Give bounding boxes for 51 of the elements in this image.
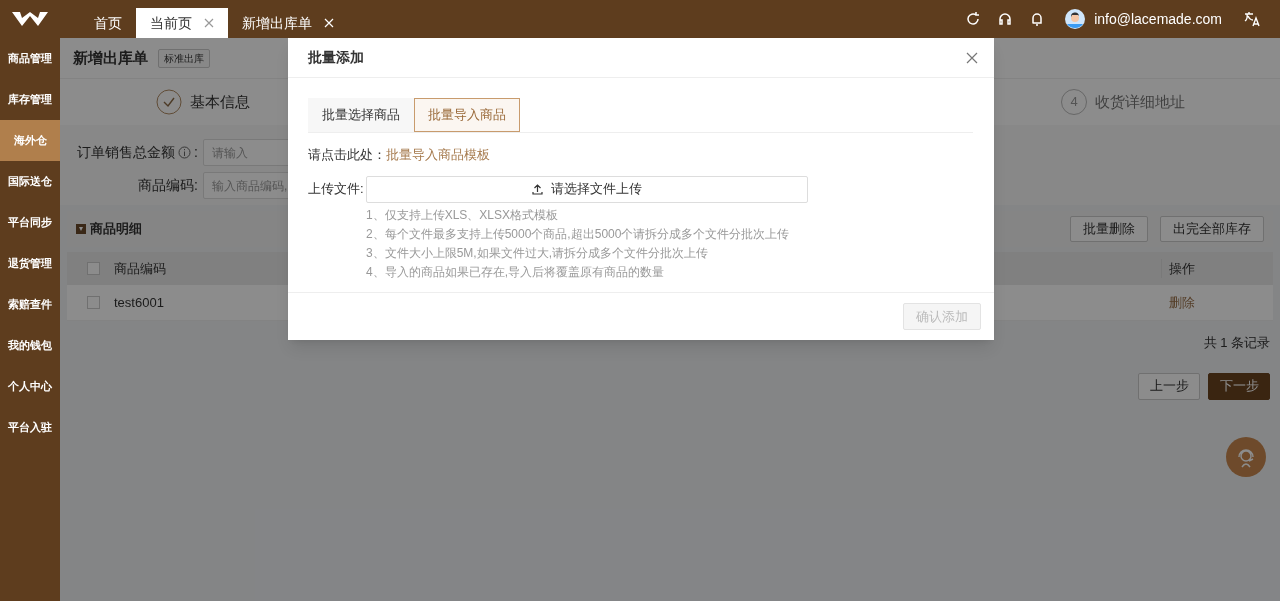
sidebar-item[interactable]: 商品管理	[0, 38, 60, 79]
note-text: 4、导入的商品如果已存在,导入后将覆盖原有商品的数量	[366, 263, 665, 281]
note-text: 3、文件大小上限5M,如果文件过大,请拆分成多个文件分批次上传	[366, 244, 709, 262]
section-icon	[76, 224, 86, 234]
sidebar-item[interactable]: 平台入驻	[0, 407, 60, 448]
note-text: 2、每个文件最多支持上传5000个商品,超出5000个请拆分成多个文件分批次上传	[366, 225, 791, 243]
sidebar-item[interactable]: 国际送仓	[0, 161, 60, 202]
user-email[interactable]: info@lacemade.com	[1094, 8, 1222, 30]
note-text: 1、仅支持上传XLS、XLSX格式模板	[366, 206, 560, 224]
column-header: 商品编码	[114, 259, 167, 278]
avatar-icon[interactable]	[1065, 9, 1086, 29]
page-title: 新增出库单	[73, 47, 148, 68]
sidebar-item[interactable]: 海外仓	[0, 120, 60, 161]
colon-text: :	[194, 143, 198, 162]
field-label: 订单销售总金额	[77, 143, 176, 162]
action-button[interactable]: 批量删除	[1070, 216, 1148, 242]
sidebar-item[interactable]: 个人中心	[0, 366, 60, 407]
tab[interactable]: 批量导入商品	[414, 98, 520, 132]
tab[interactable]: 批量选择商品	[308, 98, 414, 132]
dialog-title: 批量添加	[308, 48, 364, 67]
section-title: 商品明细	[90, 220, 142, 239]
headset-icon[interactable]	[997, 11, 1014, 27]
next-button[interactable]: 下一步	[1208, 372, 1270, 400]
checkbox[interactable]	[87, 296, 100, 309]
step-label: 收货详细地址	[1095, 91, 1185, 112]
sidebar-item[interactable]: 库存管理	[0, 79, 60, 120]
tab[interactable]: 首页	[80, 8, 136, 38]
record-count: 共 1 条记录	[1203, 334, 1270, 352]
sidebar-item[interactable]: 我的钱包	[0, 325, 60, 366]
upload-label: 上传文件:	[308, 180, 365, 199]
prompt-text: 请点击此处：	[308, 146, 386, 164]
checkbox[interactable]	[87, 262, 100, 275]
upload-icon	[532, 183, 543, 195]
tab[interactable]: 当前页	[136, 8, 228, 38]
sidebar-item[interactable]: 平台同步	[0, 202, 60, 243]
sidebar-item[interactable]: 退货管理	[0, 243, 60, 284]
close-icon[interactable]	[966, 51, 978, 64]
logo-icon[interactable]	[10, 10, 50, 28]
upload-button[interactable]: 请选择文件上传	[366, 175, 808, 203]
tab[interactable]: 新增出库单	[228, 8, 348, 38]
table-cell-text: test6001	[114, 293, 164, 312]
refresh-icon[interactable]	[965, 11, 982, 27]
field-label: 商品编码:	[138, 176, 198, 195]
sidebar-item[interactable]: 索赔查件	[0, 284, 60, 325]
step-label: 基本信息	[190, 91, 250, 112]
tag: 标准出库	[158, 48, 210, 68]
column-header: 操作	[1161, 258, 1273, 279]
translate-icon[interactable]	[1244, 11, 1260, 27]
back-button[interactable]: 上一步	[1138, 372, 1200, 400]
template-link[interactable]: 批量导入商品模板	[386, 145, 490, 165]
action-button[interactable]: 出完全部库存	[1160, 216, 1264, 242]
